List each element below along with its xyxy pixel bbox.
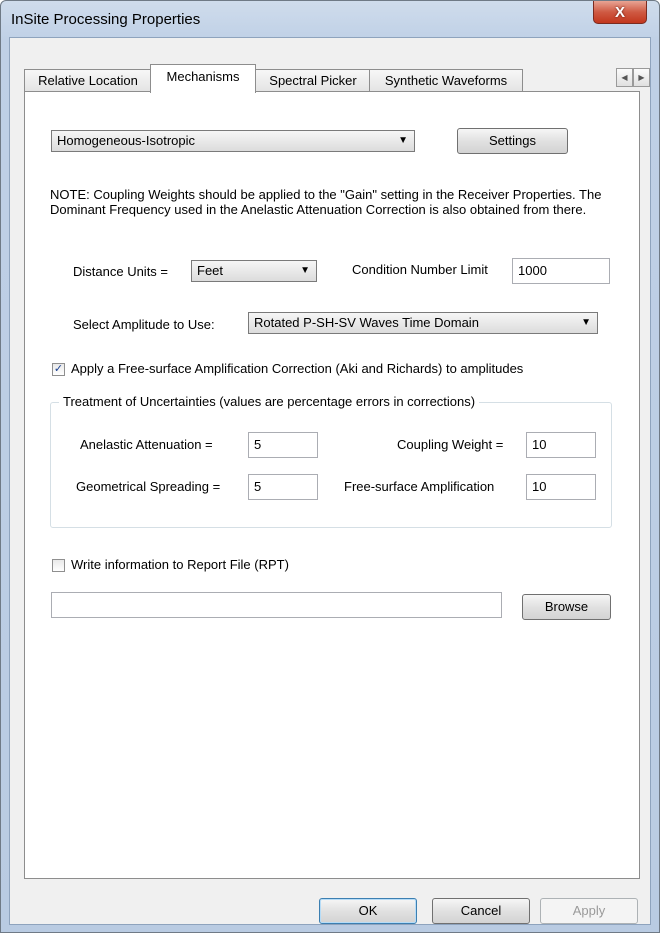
tab-mechanisms[interactable]: Mechanisms [150, 64, 256, 93]
tab-label: Spectral Picker [269, 73, 357, 88]
free-surface-amp-label: Free-surface Amplification [344, 479, 495, 494]
scroll-left-icon[interactable]: ◀ [616, 68, 633, 87]
title-bar[interactable]: InSite Processing Properties X [1, 1, 659, 37]
window-title: InSite Processing Properties [11, 11, 201, 28]
anelastic-label: Anelastic Attenuation = [80, 437, 213, 452]
coupling-label: Coupling Weight = [397, 437, 504, 452]
close-icon: X [614, 3, 625, 21]
free-surface-label: Apply a Free-surface Amplification Corre… [71, 361, 524, 376]
amplitude-dropdown[interactable]: Rotated P-SH-SV Waves Time Domain ▼ [248, 312, 598, 334]
cancel-button[interactable]: Cancel [432, 898, 530, 924]
geometrical-label: Geometrical Spreading = [76, 479, 221, 494]
condition-number-label: Condition Number Limit [352, 262, 488, 277]
tab-scroll-buttons: ◀ ▶ [616, 68, 650, 87]
browse-button[interactable]: Browse [522, 594, 611, 620]
tab-label: Relative Location [38, 73, 138, 88]
note-text: NOTE: Coupling Weights should be applied… [50, 187, 602, 217]
check-icon: ✓ [53, 363, 64, 375]
mechanisms-panel: Homogeneous-Isotropic ▼ Settings NOTE: C… [24, 91, 640, 879]
amplitude-label: Select Amplitude to Use: [73, 317, 215, 332]
tab-relative-location[interactable]: Relative Location [24, 69, 152, 92]
properties-window: InSite Processing Properties X Relative … [0, 0, 660, 933]
free-surface-checkbox[interactable]: ✓ [52, 363, 65, 376]
tab-label: Synthetic Waveforms [384, 73, 508, 88]
distance-units-selected: Feet [197, 263, 224, 278]
free-surface-amp-input[interactable]: 10 [526, 474, 596, 500]
tab-label: Mechanisms [166, 69, 240, 84]
report-label: Write information to Report File (RPT) [71, 557, 289, 572]
report-path-input[interactable] [51, 592, 502, 618]
anelastic-input[interactable]: 5 [248, 432, 318, 458]
chevron-down-icon: ▼ [398, 135, 408, 146]
uncertainties-group: Treatment of Uncertainties (values are p… [50, 394, 612, 528]
ok-button[interactable]: OK [319, 898, 417, 924]
uncertainties-title: Treatment of Uncertainties (values are p… [59, 394, 480, 409]
chevron-down-icon: ▼ [300, 265, 310, 276]
report-checkbox[interactable] [52, 559, 65, 572]
distance-units-dropdown[interactable]: Feet ▼ [191, 260, 317, 282]
apply-button[interactable]: Apply [540, 898, 638, 924]
tab-spectral-picker[interactable]: Spectral Picker [255, 69, 371, 92]
settings-button[interactable]: Settings [457, 128, 568, 154]
scroll-right-icon[interactable]: ▶ [633, 68, 650, 87]
condition-number-input[interactable]: 1000 [512, 258, 610, 284]
tab-synthetic-waveforms[interactable]: Synthetic Waveforms [369, 69, 523, 92]
model-selected: Homogeneous-Isotropic [57, 133, 196, 148]
geometrical-input[interactable]: 5 [248, 474, 318, 500]
distance-units-label: Distance Units = [73, 264, 169, 279]
dialog-client-area: Relative Location Mechanisms Spectral Pi… [9, 37, 651, 925]
chevron-down-icon: ▼ [581, 317, 591, 328]
coupling-input[interactable]: 10 [526, 432, 596, 458]
model-dropdown[interactable]: Homogeneous-Isotropic ▼ [51, 130, 415, 152]
amplitude-selected: Rotated P-SH-SV Waves Time Domain [254, 315, 479, 330]
close-button[interactable]: X [593, 1, 647, 24]
